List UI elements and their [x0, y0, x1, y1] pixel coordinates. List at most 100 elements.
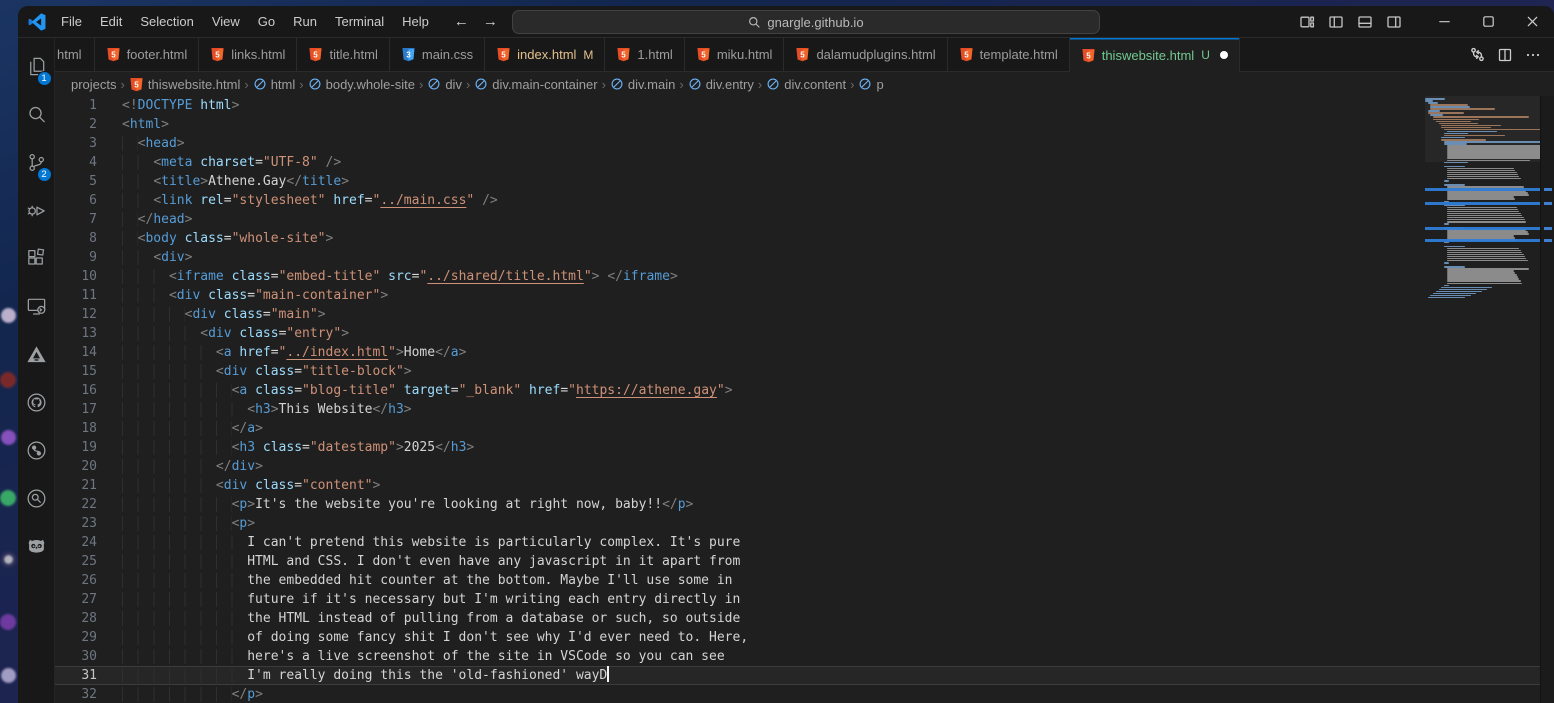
activity-item-source-control[interactable]: 2	[18, 141, 55, 189]
tab-label: template.html	[980, 47, 1058, 62]
more-actions-icon[interactable]	[1520, 42, 1546, 68]
tab-miku-html[interactable]: 5miku.html	[685, 38, 785, 71]
menu-edit[interactable]: Edit	[91, 7, 131, 37]
line-content: <div class="title-block">	[122, 362, 1540, 381]
line-content: <body class="whole-site">	[122, 229, 1540, 248]
breadcrumb-item-div-entry[interactable]: div.entry	[688, 77, 754, 92]
tab-title-html[interactable]: 5title.html	[297, 38, 389, 71]
activity-item-commit-search[interactable]	[18, 477, 55, 525]
line-content: <!DOCTYPE html>	[122, 96, 1540, 115]
back-arrow-icon[interactable]: ←	[454, 13, 469, 30]
breadcrumb-separator: ›	[117, 77, 129, 92]
breadcrumb-item-p[interactable]: p	[858, 77, 883, 92]
tab-main-css[interactable]: 3main.css	[390, 38, 485, 71]
tab-dalamudplugins-html[interactable]: 5dalamudplugins.html	[784, 38, 947, 71]
line-content: <div class="content">	[122, 476, 1540, 495]
tab-bar: html5footer.html5links.html5title.html3m…	[55, 38, 1554, 72]
customize-layout-icon[interactable]	[1292, 7, 1321, 37]
vertical-scrollbar[interactable]	[1540, 96, 1554, 703]
tab-html[interactable]: html	[55, 38, 95, 71]
breadcrumb-item-div-main-container[interactable]: div.main-container	[474, 77, 597, 92]
minimap-highlight-bar	[1425, 188, 1540, 191]
toggle-panel-icon[interactable]	[1350, 7, 1379, 37]
line-number: 32	[55, 685, 122, 703]
forward-arrow-icon[interactable]: →	[483, 13, 498, 30]
menu-help[interactable]: Help	[393, 7, 438, 37]
minimap[interactable]	[1425, 96, 1540, 703]
html-file-icon: 5	[795, 47, 810, 62]
tab-footer-html[interactable]: 5footer.html	[95, 38, 200, 71]
maximize-button[interactable]	[1466, 6, 1510, 38]
tab-links-html[interactable]: 5links.html	[199, 38, 297, 71]
html-file-icon: 5	[308, 47, 323, 62]
code-line: 13 <div class="entry">	[55, 324, 1540, 343]
activity-item-github[interactable]	[18, 381, 55, 429]
close-button[interactable]	[1510, 6, 1554, 38]
tab-1-html[interactable]: 51.html	[605, 38, 684, 71]
html-file-icon: 5	[959, 47, 974, 62]
line-content: I can't pretend this website is particul…	[122, 533, 1540, 552]
breadcrumb-item-body-whole-site[interactable]: body.whole-site	[308, 77, 415, 92]
command-center-search[interactable]: gnargle.github.io	[512, 10, 1100, 34]
editor-surface[interactable]: 1<!DOCTYPE html>2<html>3 <head>4 <meta c…	[55, 96, 1554, 703]
dirty-indicator	[1220, 51, 1228, 59]
line-number: 31	[55, 666, 122, 685]
line-content: <div class="main">	[122, 305, 1540, 324]
tab-label: links.html	[231, 47, 285, 62]
activity-item-extensions[interactable]	[18, 237, 55, 285]
line-content: of doing some fancy shit I don't see why…	[122, 628, 1540, 647]
breadcrumb-item-projects[interactable]: projects	[71, 77, 117, 92]
symbol-icon	[766, 77, 780, 91]
tab-template-html[interactable]: 5 template.html	[948, 38, 1070, 71]
activity-item-run-debug[interactable]	[18, 189, 55, 237]
tab-index-html[interactable]: 5index.htmlM	[485, 38, 605, 71]
line-number: 7	[55, 210, 122, 229]
menu-selection[interactable]: Selection	[131, 7, 202, 37]
minimize-button[interactable]	[1422, 6, 1466, 38]
breadcrumb-item-html[interactable]: html	[253, 77, 296, 92]
symbol-icon	[610, 77, 624, 91]
minimap-highlight-bar	[1425, 202, 1540, 205]
menu-go[interactable]: Go	[249, 7, 284, 37]
activity-item-remote-explorer[interactable]	[18, 285, 55, 333]
breadcrumb-separator: ›	[462, 77, 474, 92]
svg-text:5: 5	[964, 50, 969, 59]
activity-item-explorer[interactable]: 1	[18, 45, 55, 93]
open-changes-icon[interactable]	[1464, 42, 1490, 68]
line-number: 21	[55, 476, 122, 495]
activity-item-search[interactable]	[18, 93, 55, 141]
breadcrumb-item-div-content[interactable]: div.content	[766, 77, 846, 92]
minimap-highlight-bar	[1425, 227, 1540, 230]
breadcrumb-item-thiswebsite-html[interactable]: 5thiswebsite.html	[129, 77, 240, 92]
breadcrumb-item-div[interactable]: div	[427, 77, 462, 92]
code-line: 11 <div class="main-container">	[55, 286, 1540, 305]
tab-thiswebsite-html[interactable]: 5thiswebsite.htmlU	[1070, 38, 1240, 72]
symbol-icon	[858, 77, 872, 91]
code-line: 30 here's a live screenshot of the site …	[55, 647, 1540, 666]
line-number: 2	[55, 115, 122, 134]
activity-item-git-graph[interactable]	[18, 429, 55, 477]
activity-item-triangle-a-extension[interactable]	[18, 333, 55, 381]
menu-view[interactable]: View	[203, 7, 249, 37]
godot-tools-icon	[25, 535, 48, 563]
line-number: 8	[55, 229, 122, 248]
line-number: 17	[55, 400, 122, 419]
menu-file[interactable]: File	[52, 7, 91, 37]
run-debug-icon	[25, 199, 48, 227]
line-number: 12	[55, 305, 122, 324]
menu-run[interactable]: Run	[284, 7, 326, 37]
breadcrumb-item-div-main[interactable]: div.main	[610, 77, 675, 92]
line-content: </p>	[122, 685, 1540, 703]
symbol-icon	[253, 77, 267, 91]
svg-text:5: 5	[1086, 51, 1091, 60]
toggle-primary-sidebar-icon[interactable]	[1321, 7, 1350, 37]
toggle-secondary-sidebar-icon[interactable]	[1379, 7, 1408, 37]
line-content: the embedded hit counter at the bottom. …	[122, 571, 1540, 590]
code-line: 3 <head>	[55, 134, 1540, 153]
activity-item-godot-tools[interactable]	[18, 525, 55, 573]
css-file-icon: 3	[401, 47, 416, 62]
split-editor-icon[interactable]	[1492, 42, 1518, 68]
code-line: 27 future if it's necessary but I'm writ…	[55, 590, 1540, 609]
menu-terminal[interactable]: Terminal	[326, 7, 393, 37]
vscode-window: FileEditSelectionViewGoRunTerminalHelp ←…	[18, 6, 1554, 703]
